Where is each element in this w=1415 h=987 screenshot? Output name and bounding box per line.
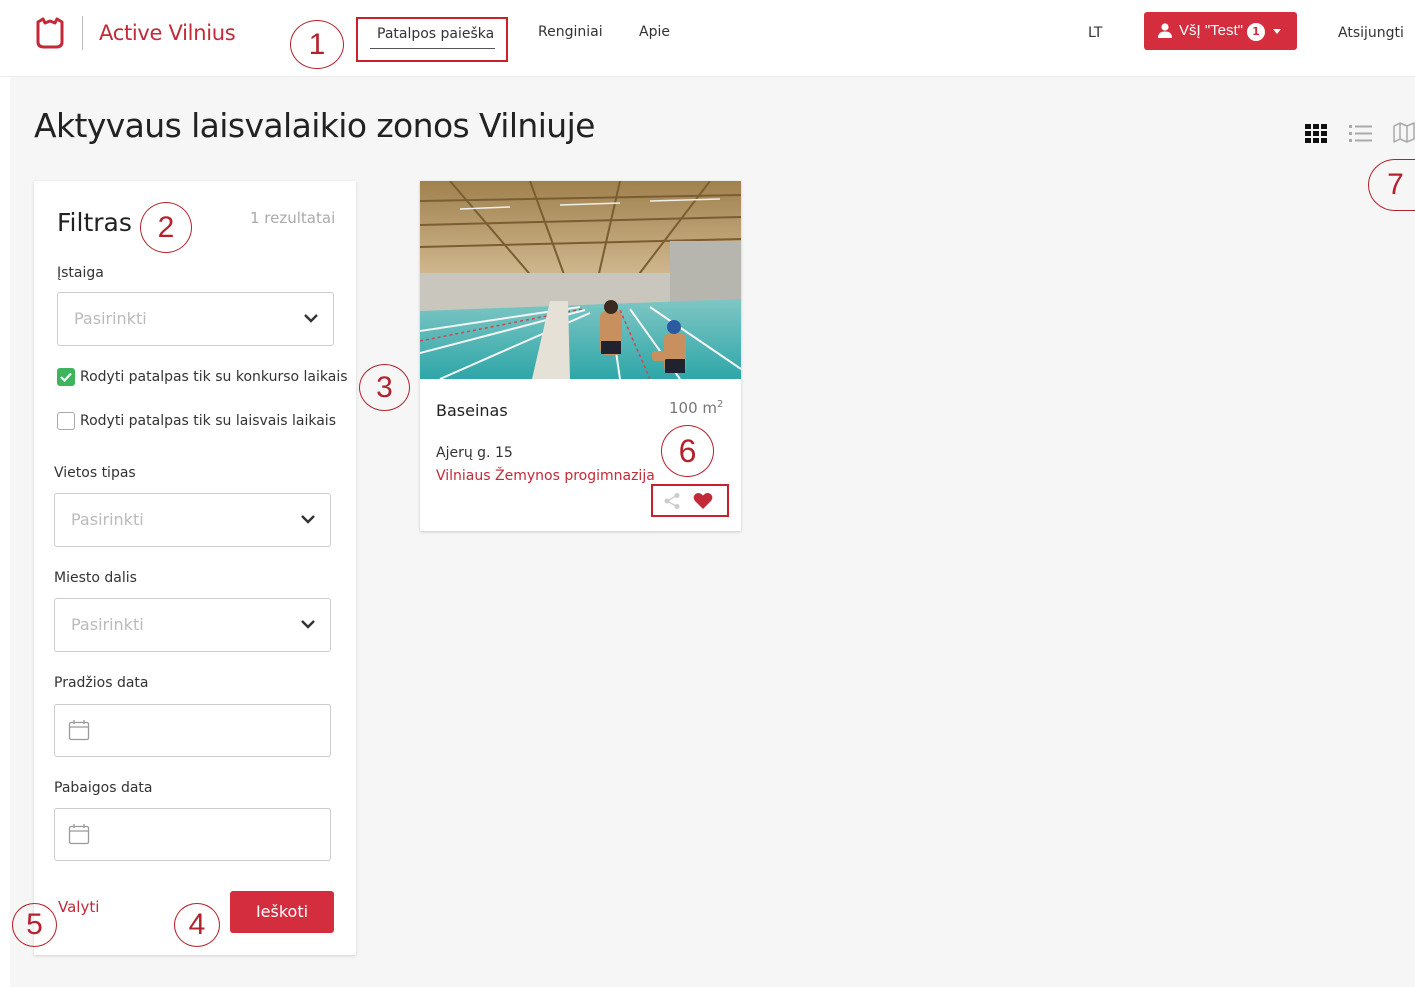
annotation-4: 4 xyxy=(174,903,220,947)
chevron-down-icon xyxy=(301,515,315,524)
language-switch[interactable]: LT xyxy=(1088,25,1102,41)
free-times-label[interactable]: Rodyti patalpas tik su laisvais laikais xyxy=(80,413,336,429)
check-icon xyxy=(60,372,72,383)
nav-item-events[interactable]: Renginiai xyxy=(538,24,603,40)
calendar-icon xyxy=(68,720,90,741)
caret-down-icon xyxy=(1273,29,1281,34)
logout-link[interactable]: Atsijungti xyxy=(1338,25,1404,41)
end-date-label: Pabaigos data xyxy=(54,780,153,796)
result-name: Baseinas xyxy=(436,401,508,420)
card-actions xyxy=(651,484,729,517)
logo-icon[interactable] xyxy=(34,16,66,50)
annotation-2: 2 xyxy=(140,202,192,253)
search-button[interactable]: Ieškoti xyxy=(230,891,334,933)
chevron-down-icon xyxy=(304,314,318,323)
district-label: Miesto dalis xyxy=(54,570,137,586)
annotation-1: 1 xyxy=(290,20,344,69)
page-title: Aktyvaus laisvalaikio zonos Vilniuje xyxy=(34,106,595,145)
filter-panel: Filtras 1 rezultatai Įstaiga Pasirinkti … xyxy=(34,181,356,955)
result-area: 100 m2 xyxy=(669,399,723,417)
user-menu-button[interactable]: VšĮ "Test" 1 xyxy=(1144,12,1297,50)
page: Active Vilnius Patalpos paieška Renginia… xyxy=(0,0,1415,987)
annotation-6: 6 xyxy=(661,425,714,477)
district-placeholder: Pasirinkti xyxy=(71,615,144,634)
notification-badge: 1 xyxy=(1247,23,1265,41)
area-value: 100 m xyxy=(669,399,718,417)
calendar-icon xyxy=(68,824,90,845)
clear-filters-link[interactable]: Valyti xyxy=(58,898,99,916)
logo-divider xyxy=(82,16,83,50)
institution-placeholder: Pasirinkti xyxy=(74,309,147,328)
top-navbar: Active Vilnius Patalpos paieška Renginia… xyxy=(0,0,1415,77)
competition-times-label[interactable]: Rodyti patalpas tik su konkurso laikais xyxy=(80,369,348,385)
result-card[interactable]: Baseinas 100 m2 Ajerų g. 15 Vilniaus Žem… xyxy=(420,181,741,531)
result-organization[interactable]: Vilniaus Žemynos progimnazija xyxy=(436,468,655,484)
list-view-icon[interactable] xyxy=(1349,124,1372,143)
annotation-3: 3 xyxy=(359,364,410,411)
district-select[interactable]: Pasirinkti xyxy=(54,598,331,652)
result-count: 1 rezultatai xyxy=(250,209,336,227)
result-address: Ajerų g. 15 xyxy=(436,445,513,461)
area-unit-exponent: 2 xyxy=(717,399,724,410)
user-icon xyxy=(1158,23,1172,38)
heart-icon[interactable] xyxy=(693,492,713,510)
grid-view-icon[interactable] xyxy=(1305,124,1327,143)
user-name: VšĮ "Test" xyxy=(1179,22,1243,39)
filter-title: Filtras xyxy=(57,208,132,237)
brand-name[interactable]: Active Vilnius xyxy=(99,21,236,45)
annotation-5: 5 xyxy=(12,903,57,947)
institution-select[interactable]: Pasirinkti xyxy=(57,292,334,346)
end-date-input[interactable] xyxy=(54,808,331,861)
place-type-placeholder: Pasirinkti xyxy=(71,510,144,529)
nav-item-space-search[interactable]: Patalpos paieška xyxy=(356,17,508,62)
start-date-label: Pradžios data xyxy=(54,675,149,691)
start-date-input[interactable] xyxy=(54,704,331,757)
share-icon[interactable] xyxy=(663,492,681,510)
annotation-7: 7 xyxy=(1368,159,1415,211)
place-type-select[interactable]: Pasirinkti xyxy=(54,493,331,547)
nav-item-about[interactable]: Apie xyxy=(639,24,670,40)
free-times-checkbox[interactable] xyxy=(57,412,75,430)
active-underline xyxy=(370,48,495,49)
pool-photo xyxy=(420,181,741,379)
chevron-down-icon xyxy=(301,620,315,629)
institution-label: Įstaiga xyxy=(57,265,104,281)
place-type-label: Vietos tipas xyxy=(54,465,136,481)
competition-times-checkbox[interactable] xyxy=(57,368,75,386)
map-view-icon[interactable] xyxy=(1393,122,1415,143)
nav-label: Patalpos paieška xyxy=(377,26,495,42)
